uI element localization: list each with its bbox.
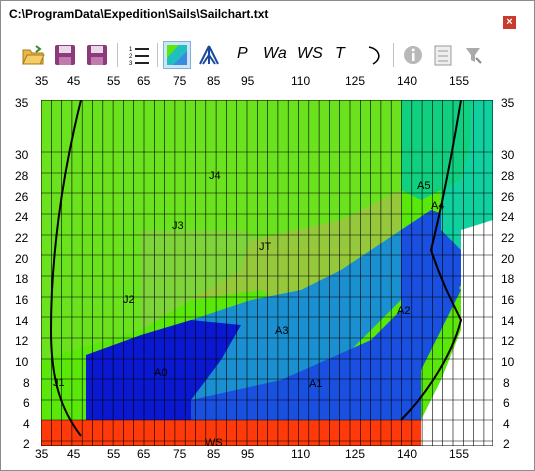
tool-t[interactable]: T: [335, 45, 345, 63]
y-tick-label: 4: [503, 417, 510, 431]
region-label-j2: J2: [123, 294, 135, 306]
y-tick-label: 26: [501, 190, 515, 204]
y-tick-label: 28: [15, 169, 29, 183]
tool-wa[interactable]: Wa: [263, 45, 287, 63]
y-tick-label: 16: [15, 293, 29, 307]
y-tick-label: 12: [15, 334, 29, 348]
x-tick-label: 55: [107, 447, 121, 461]
x-tick-label: 140: [397, 447, 418, 461]
region-label-a5: A5: [417, 180, 430, 192]
sail-chart-plot[interactable]: J1 J2 J3 J4 JT A0 A1 A2 A3 A4A5 WS: [41, 100, 493, 446]
y-tick-label: 6: [503, 396, 510, 410]
y-tick-label: 20: [15, 252, 29, 266]
save-icon[interactable]: [51, 41, 79, 69]
info-icon[interactable]: [399, 41, 427, 69]
sail-chart-window: C:\ProgramData\Expedition\Sails\Sailchar…: [0, 0, 535, 471]
y-tick-label: 35: [15, 96, 29, 110]
y-tick-label: 24: [501, 210, 515, 224]
region-label-j4: J4: [209, 170, 221, 182]
x-tick-label: 125: [345, 447, 366, 461]
x-tick-label: 65: [137, 74, 151, 88]
svg-text:1: 1: [129, 47, 133, 53]
y-tick-label: 18: [501, 272, 515, 286]
region-label-j1: J1: [53, 377, 65, 389]
y-tick-label: 10: [501, 355, 515, 369]
chart-view-icon[interactable]: [163, 41, 191, 69]
x-tick-label: 35: [35, 74, 49, 88]
numbered-list-icon[interactable]: 123: [125, 41, 153, 69]
checklist-icon[interactable]: [429, 41, 457, 69]
y-tick-label: 8: [503, 376, 510, 390]
y-tick-label: 14: [15, 314, 29, 328]
window-title: C:\ProgramData\Expedition\Sails\Sailchar…: [9, 7, 269, 21]
svg-text:2: 2: [129, 54, 133, 60]
tool-ws[interactable]: WS: [297, 45, 323, 63]
y-tick-label: 26: [15, 190, 29, 204]
x-tick-label: 155: [449, 447, 470, 461]
region-label-a3: A3: [275, 325, 288, 337]
region-label-j3: J3: [172, 220, 184, 232]
y-tick-label: 35: [501, 96, 515, 110]
y-tick-label: 4: [23, 417, 30, 431]
region-label-jt: JT: [259, 241, 272, 253]
y-tick-label: 18: [15, 272, 29, 286]
region-label-a4: A4: [431, 200, 444, 212]
region-label-ws: WS: [205, 437, 223, 446]
x-tick-label: 140: [397, 74, 418, 88]
x-tick-label: 155: [449, 74, 470, 88]
x-tick-label: 85: [207, 74, 221, 88]
x-tick-label: 110: [291, 74, 311, 88]
y-tick-label: 12: [501, 334, 515, 348]
filter-icon[interactable]: [459, 41, 487, 69]
y-tick-label: 2: [23, 437, 30, 451]
curve-icon[interactable]: [361, 41, 389, 69]
y-tick-label: 8: [23, 376, 30, 390]
x-tick-label: 65: [137, 447, 151, 461]
toolbar-separator: [157, 43, 158, 67]
y-tick-label: 30: [15, 148, 29, 162]
y-tick-label: 16: [501, 293, 515, 307]
x-tick-label: 45: [67, 74, 81, 88]
toolbar-separator: [393, 43, 394, 67]
toolbar: 123 P Wa WS T: [1, 37, 534, 71]
save-as-icon[interactable]: [83, 41, 111, 69]
x-tick-label: 75: [173, 447, 187, 461]
y-tick-label: 20: [501, 252, 515, 266]
region-label-a1: A1: [309, 378, 322, 390]
x-tick-label: 35: [35, 447, 49, 461]
svg-text:3: 3: [129, 61, 133, 66]
x-tick-label: 125: [345, 74, 366, 88]
tent-icon[interactable]: [195, 41, 223, 69]
y-tick-label: 22: [15, 231, 29, 245]
y-tick-label: 14: [501, 314, 515, 328]
region-label-a0: A0: [154, 367, 167, 379]
x-tick-label: 95: [241, 74, 255, 88]
y-tick-label: 24: [15, 210, 29, 224]
x-tick-label: 55: [107, 74, 121, 88]
region-label-a2: A2: [397, 305, 410, 317]
toolbar-separator: [117, 43, 118, 67]
tool-p[interactable]: P: [237, 45, 248, 63]
close-button[interactable]: ×: [503, 16, 516, 29]
y-tick-label: 28: [501, 169, 515, 183]
x-tick-label: 75: [173, 74, 187, 88]
x-tick-label: 110: [291, 447, 311, 461]
y-tick-label: 10: [15, 355, 29, 369]
y-tick-label: 22: [501, 231, 515, 245]
x-tick-label: 95: [241, 447, 255, 461]
y-tick-label: 30: [501, 148, 515, 162]
y-tick-label: 6: [23, 396, 30, 410]
region-ws: [41, 420, 421, 446]
x-tick-label: 85: [207, 447, 221, 461]
x-tick-label: 45: [67, 447, 81, 461]
open-folder-icon[interactable]: [19, 41, 47, 69]
title-bar: C:\ProgramData\Expedition\Sails\Sailchar…: [1, 1, 534, 29]
y-tick-label: 2: [503, 437, 510, 451]
